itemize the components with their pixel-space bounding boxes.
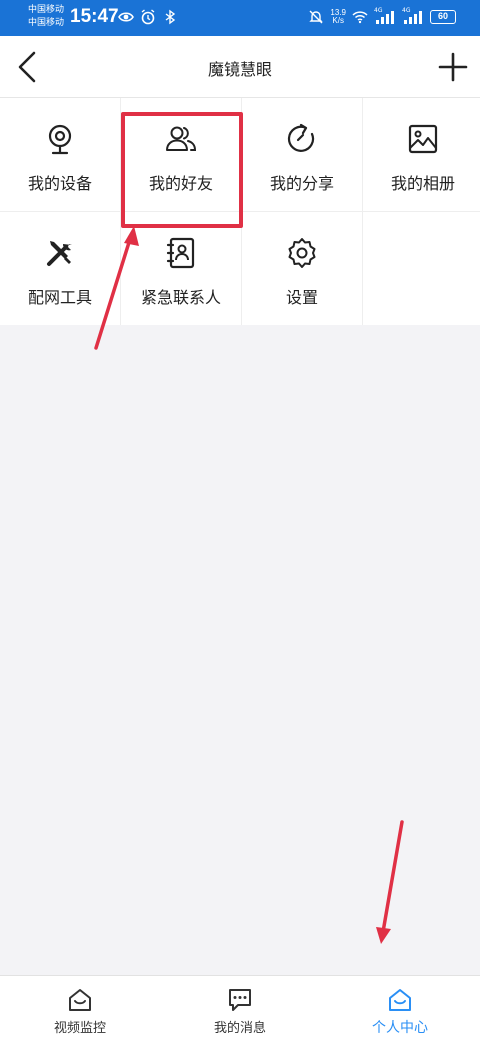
share-icon (287, 123, 315, 152)
grid-item-emergency-contacts[interactable]: 紧急联系人 (121, 212, 241, 325)
status-left-icons (118, 9, 178, 25)
grid-item-label: 我的分享 (269, 174, 334, 193)
grid-item-my-album[interactable]: 我的相册 (363, 98, 480, 211)
page-title: 魔镜慧眼 (207, 60, 272, 79)
tools-icon (47, 241, 72, 266)
tab-label: 视频监控 (53, 1021, 106, 1036)
feature-grid: 我的设备 我的好友 我的分享 我的相册 配网工具 紧急联系人 设置 (0, 98, 480, 325)
app-header: 魔镜慧眼 (0, 36, 480, 98)
grid-item-label: 我的好友 (148, 174, 213, 193)
mute-bell-icon (309, 10, 324, 24)
carrier-2: 中国移动 (28, 17, 65, 27)
tab-my-messages[interactable]: 我的消息 (160, 976, 320, 1040)
carrier-labels: 中国移动 中国移动 (28, 3, 64, 29)
tab-label: 我的消息 (213, 1021, 266, 1036)
signal-1: 4G (374, 7, 396, 25)
webcam-icon (48, 124, 72, 155)
bottom-tab-bar: 视频监控 我的消息 个人中心 (0, 975, 480, 1040)
eye-icon (118, 12, 134, 22)
grid-item-label: 我的相册 (390, 174, 455, 193)
tab-personal-center[interactable]: 个人中心 (320, 976, 480, 1040)
status-bar: 中国移动 中国移动 15:47 13.9 K/s 4G 4G 60 (0, 0, 480, 36)
bluetooth-icon (165, 9, 176, 25)
arrow-down-icon (376, 820, 404, 944)
grid-item-my-friends[interactable]: 我的好友 (121, 98, 241, 211)
tab-video-monitor[interactable]: 视频监控 (0, 976, 160, 1040)
wifi-icon (352, 11, 368, 24)
tab-label: 个人中心 (372, 1020, 428, 1036)
net-speed-unit: K/s (332, 16, 344, 25)
grid-item-label: 设置 (285, 288, 318, 307)
grid-item-my-shares[interactable]: 我的分享 (242, 98, 362, 211)
gear-icon (288, 238, 316, 268)
grid-item-network-tools[interactable]: 配网工具 (0, 212, 120, 325)
grid-item-my-devices[interactable]: 我的设备 (0, 98, 120, 211)
carrier-1: 中国移动 (28, 4, 65, 14)
grid-item-label: 紧急联系人 (140, 288, 221, 307)
contacts-book-icon (166, 237, 195, 269)
net-speed: 13.9 K/s (330, 9, 346, 25)
album-icon (408, 124, 438, 154)
home-icon (69, 989, 91, 1011)
status-right-icons: 13.9 K/s 4G 4G 60 (308, 7, 456, 25)
grid-item-label: 我的设备 (27, 174, 92, 193)
grid-item-settings[interactable]: 设置 (242, 212, 362, 325)
home-icon (389, 989, 411, 1011)
alarm-icon (141, 9, 155, 25)
grid-item-label: 配网工具 (27, 288, 92, 307)
status-time: 15:47 (70, 6, 119, 27)
battery-indicator: 60 (430, 10, 456, 24)
grid-item-empty (363, 212, 480, 325)
signal-2: 4G (402, 7, 424, 25)
friends-icon (166, 126, 197, 151)
chat-icon (229, 989, 251, 1011)
signal-bars-icon (376, 11, 394, 24)
plus-icon[interactable] (438, 52, 468, 82)
signal-bars-icon (404, 11, 422, 24)
